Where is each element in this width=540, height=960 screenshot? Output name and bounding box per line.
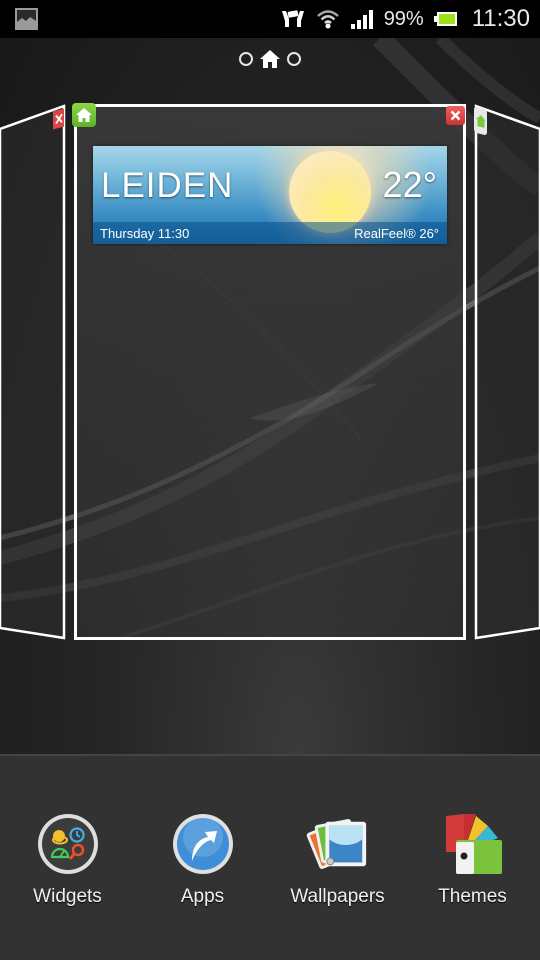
page-dot[interactable]: [239, 52, 253, 66]
home-icon[interactable]: [474, 106, 487, 136]
signal-icon: [350, 9, 374, 29]
weather-day-time: Thursday 11:30: [100, 226, 190, 241]
right-homescreen-pane[interactable]: [474, 104, 540, 640]
hands-sync-icon: [280, 9, 306, 29]
weather-temperature: 22°: [382, 164, 437, 205]
widgets-icon: [36, 812, 100, 876]
close-icon[interactable]: [53, 108, 64, 130]
apps-icon: [171, 812, 235, 876]
weather-city: LEIDEN: [101, 166, 234, 205]
weather-realfeel: RealFeel® 26°: [354, 226, 439, 241]
weather-widget[interactable]: LEIDEN 22° Thursday 11:30 RealFeel® 26°: [93, 146, 447, 244]
dock-label: Themes: [438, 886, 507, 907]
battery-icon: [433, 11, 458, 27]
dock-label: Widgets: [33, 886, 102, 907]
sun-icon: [289, 151, 371, 233]
dock-item-widgets[interactable]: Widgets: [0, 812, 135, 908]
home-page-icon[interactable]: [260, 49, 280, 69]
close-icon[interactable]: [446, 106, 465, 125]
customization-dock: Widgets Apps Wallpapers Themes: [0, 754, 540, 960]
dock-item-wallpapers[interactable]: Wallpapers: [270, 812, 405, 908]
page-indicator: [0, 49, 540, 69]
gallery-notification-icon[interactable]: [15, 8, 38, 30]
homescreen-editor: LEIDEN 22° Thursday 11:30 RealFeel® 26°: [0, 38, 540, 754]
dock-item-apps[interactable]: Apps: [135, 812, 270, 908]
clock: 11:30: [471, 5, 530, 32]
themes-icon: [441, 812, 505, 876]
dock-label: Apps: [180, 886, 225, 907]
battery-percent: 99%: [383, 7, 424, 30]
dock-item-themes[interactable]: Themes: [405, 812, 540, 908]
wifi-icon: [316, 9, 340, 29]
page-dot[interactable]: [287, 52, 301, 66]
home-icon[interactable]: [72, 103, 96, 127]
wallpapers-icon: [306, 812, 370, 876]
left-homescreen-pane[interactable]: [0, 104, 66, 640]
status-bar: 99% 11:30: [0, 0, 540, 38]
dock-label: Wallpapers: [290, 886, 385, 907]
